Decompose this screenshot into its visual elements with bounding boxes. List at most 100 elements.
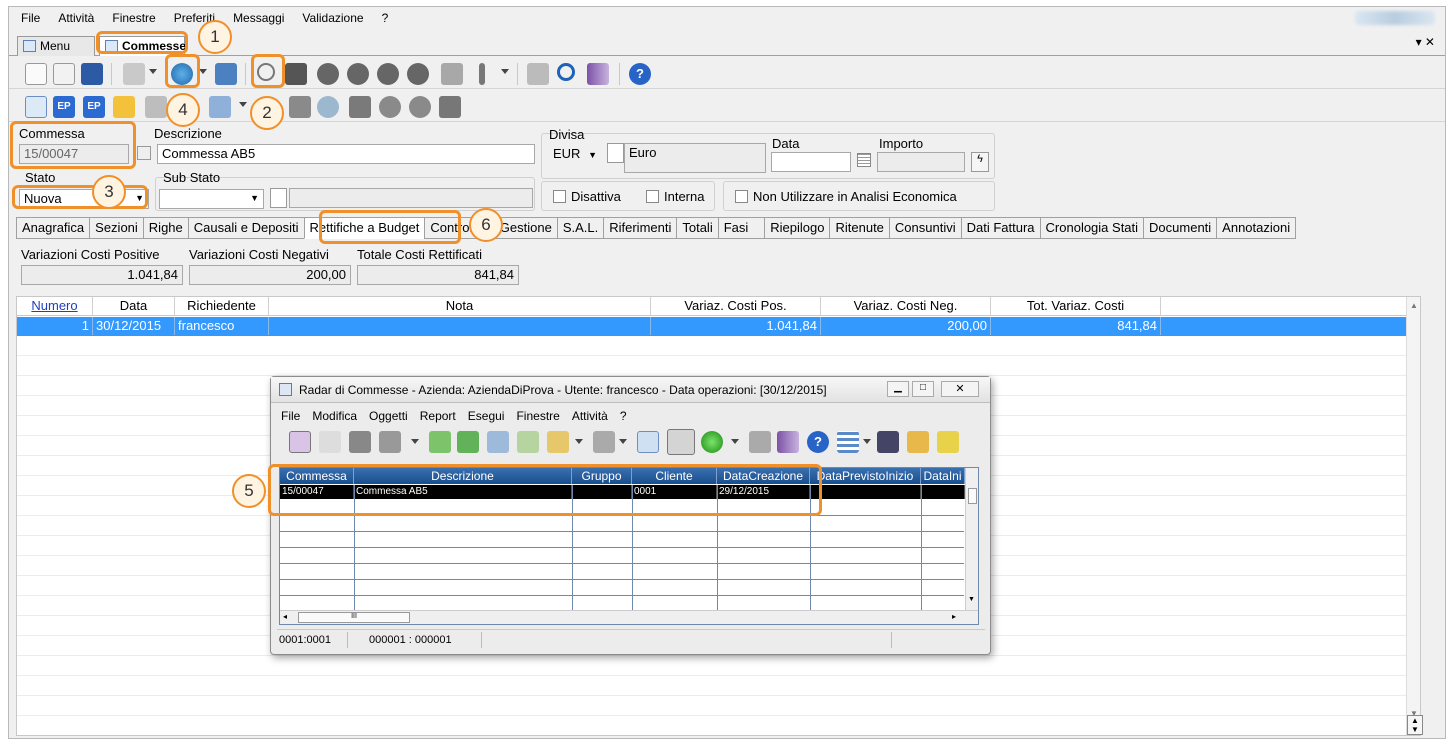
compass-icon[interactable]: [317, 96, 339, 118]
maximize-icon[interactable]: □: [912, 381, 934, 397]
settings-window-icon[interactable]: [215, 63, 237, 85]
upload-icon[interactable]: [429, 431, 451, 453]
books-icon[interactable]: [777, 431, 799, 453]
child-menu-finestre[interactable]: Finestre: [516, 409, 559, 423]
tab-fasi[interactable]: Fasi: [717, 217, 765, 239]
menu-validazione[interactable]: Validazione: [302, 11, 363, 25]
tab-righe[interactable]: Righe: [142, 217, 188, 239]
chevron-down-icon[interactable]: [731, 439, 739, 444]
remove-row-icon[interactable]: [907, 431, 929, 453]
tab-dati-fattura[interactable]: Dati Fattura: [960, 217, 1040, 239]
tools-icon[interactable]: [379, 431, 401, 453]
chevron-down-icon[interactable]: [199, 69, 207, 74]
first-record-icon[interactable]: [317, 63, 339, 85]
vertical-scrollbar[interactable]: ▼: [965, 468, 978, 610]
window-close-controls[interactable]: ▾ ✕: [1416, 35, 1435, 49]
column-header-numero[interactable]: Numero: [17, 297, 93, 316]
scroll-thumb[interactable]: III: [298, 612, 410, 623]
copy-pages-icon[interactable]: [145, 96, 167, 118]
close-icon[interactable]: ✕: [941, 381, 979, 397]
grid-icon[interactable]: [837, 431, 859, 453]
previous-record-icon[interactable]: [347, 63, 369, 85]
menu-file[interactable]: File: [21, 11, 40, 25]
child-menu-modifica[interactable]: Modifica: [312, 409, 357, 423]
substato-select[interactable]: ▼: [159, 189, 264, 209]
next-record-icon[interactable]: [377, 63, 399, 85]
tab-riepilogo[interactable]: Riepilogo: [764, 217, 830, 239]
tab-anagrafica[interactable]: Anagrafica: [16, 217, 90, 239]
cell-variaz-neg[interactable]: 200,00: [821, 317, 991, 335]
tab-sal[interactable]: S.A.L.: [556, 217, 604, 239]
chevron-down-icon[interactable]: [239, 102, 247, 107]
factory-icon[interactable]: [289, 96, 311, 118]
new-document-icon[interactable]: [25, 63, 47, 85]
interna-checkbox[interactable]: [646, 190, 659, 203]
clipboard-icon[interactable]: [209, 96, 231, 118]
tab-menu[interactable]: Menu: [17, 36, 95, 56]
menu-attivita[interactable]: Attività: [58, 11, 94, 25]
cell-numero[interactable]: 1: [17, 317, 93, 335]
tab-totali[interactable]: Totali: [676, 217, 718, 239]
chevron-down-icon[interactable]: [411, 439, 419, 444]
edit-pencil-icon[interactable]: [137, 146, 151, 160]
green-status-icon[interactable]: [701, 431, 723, 453]
tab-consuntivi[interactable]: Consuntivi: [888, 217, 961, 239]
child-menu-attivita[interactable]: Attività: [572, 409, 608, 423]
binoculars-icon[interactable]: [285, 63, 307, 85]
ep-plus-icon[interactable]: EP: [83, 96, 105, 118]
ep-icon[interactable]: EP: [53, 96, 75, 118]
lightning-icon[interactable]: ϟ: [971, 152, 989, 172]
scroll-right-icon[interactable]: ▸: [952, 612, 956, 621]
scroll-down-icon[interactable]: ▼: [968, 596, 975, 603]
cell-tot-variaz[interactable]: 841,84: [991, 317, 1161, 335]
cell-dataprevistoinizio[interactable]: [810, 485, 921, 499]
cell-dataini[interactable]: [921, 485, 965, 499]
magic-wand-icon[interactable]: [667, 429, 695, 455]
spin-scroll-icon[interactable]: ▲ ▼: [1407, 715, 1423, 735]
delete-icon[interactable]: [527, 63, 549, 85]
last-record-icon[interactable]: [407, 63, 429, 85]
column-header-tot-variaz[interactable]: Tot. Variaz. Costi: [991, 297, 1161, 316]
chevron-down-icon[interactable]: [863, 439, 871, 444]
cell-variaz-pos[interactable]: 1.041,84: [651, 317, 821, 335]
descrizione-field[interactable]: Commessa AB5: [157, 144, 535, 164]
menu-messaggi[interactable]: Messaggi: [233, 11, 284, 25]
preview-search-icon[interactable]: [637, 431, 659, 453]
gear-settings-icon[interactable]: [409, 96, 431, 118]
help-icon[interactable]: ?: [629, 63, 651, 85]
export-icon[interactable]: [123, 63, 145, 85]
calendar-icon[interactable]: [857, 153, 871, 167]
add-row-icon[interactable]: [937, 431, 959, 453]
child-menu-file[interactable]: File: [281, 409, 300, 423]
tab-sezioni[interactable]: Sezioni: [89, 217, 143, 239]
books-icon[interactable]: [587, 63, 609, 85]
undo-icon[interactable]: [557, 63, 575, 81]
edit-icon[interactable]: [319, 431, 341, 453]
child-menu-report[interactable]: Report: [420, 409, 456, 423]
filter-icon[interactable]: [289, 431, 311, 453]
tab-ritenute[interactable]: Ritenute: [829, 217, 889, 239]
lookup-icon[interactable]: [607, 143, 624, 163]
copy-icon[interactable]: [441, 63, 463, 85]
non-utilizzare-checkbox[interactable]: [735, 190, 748, 203]
tab-causali[interactable]: Causali e Depositi: [187, 217, 304, 239]
column-header-data[interactable]: Data: [93, 297, 175, 316]
column-header-variaz-neg[interactable]: Variaz. Costi Neg.: [821, 297, 991, 316]
folder-icon[interactable]: [113, 96, 135, 118]
document-search-icon[interactable]: [25, 96, 47, 118]
child-menu-help[interactable]: ?: [620, 409, 627, 423]
tab-cronologia-stati[interactable]: Cronologia Stati: [1039, 217, 1144, 239]
scroll-thumb[interactable]: [968, 488, 977, 504]
edit-document-icon[interactable]: [53, 63, 75, 85]
export-icon[interactable]: [517, 431, 539, 453]
divisa-select[interactable]: EUR ▼: [549, 145, 601, 165]
cell-richiedente[interactable]: francesco: [175, 317, 269, 335]
tab-annotazioni[interactable]: Annotazioni: [1216, 217, 1297, 239]
tab-documenti[interactable]: Documenti: [1143, 217, 1217, 239]
column-header-variaz-pos[interactable]: Variaz. Costi Pos.: [651, 297, 821, 316]
menu-finestre[interactable]: Finestre: [112, 11, 155, 25]
column-header-dataprevistoinizio[interactable]: DataPrevistoInizio: [810, 468, 921, 484]
save-icon[interactable]: [349, 431, 371, 453]
chevron-down-icon[interactable]: [501, 69, 509, 74]
help-icon[interactable]: ?: [807, 431, 829, 453]
